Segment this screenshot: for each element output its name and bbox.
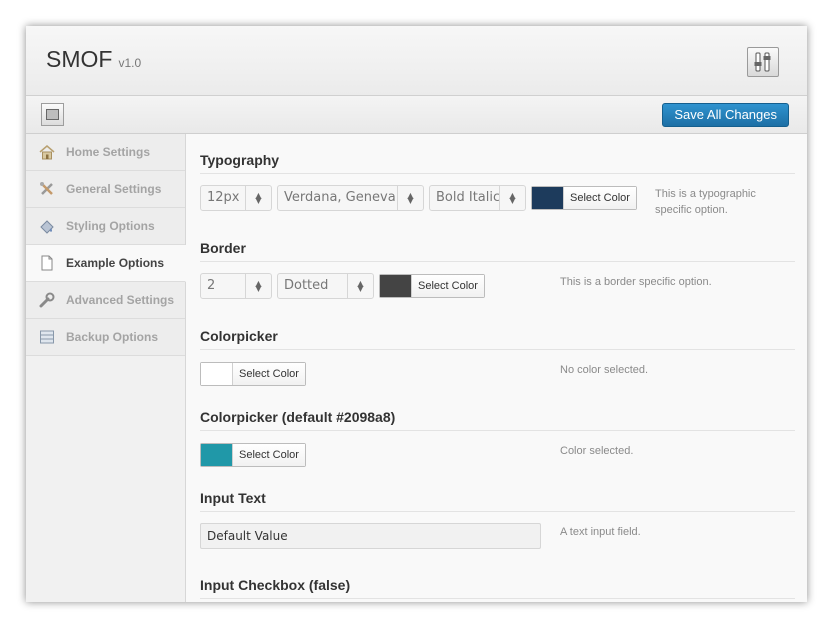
section-typography: Typography 12px ▲ ▼ Verdana, Geneva ▲ ▼ Bo… [200, 152, 795, 216]
typography-face-select[interactable]: Verdana, Geneva ▲ ▼ [277, 185, 424, 211]
border-description: This is a border specific option. [560, 276, 712, 288]
sidebar-item-label: Styling Options [66, 219, 155, 233]
sidebar-item-label: Backup Options [66, 330, 159, 344]
save-all-button[interactable]: Save All Changes [662, 103, 789, 127]
sidebar-item-home-settings[interactable]: Home Settings [26, 134, 185, 171]
sidebar-item-general-settings[interactable]: General Settings [26, 171, 185, 208]
toolbar: Save All Changes [26, 96, 807, 134]
color-swatch [201, 363, 232, 385]
typography-size-select[interactable]: 12px ▲ ▼ [200, 185, 272, 211]
app-version: v1.0 [118, 56, 142, 70]
section-colorpicker: Colorpicker Select Color No color select… [200, 328, 795, 390]
panel-header: SMOF v1.0 [26, 26, 807, 96]
border-style-select[interactable]: Dotted ▲ ▼ [277, 273, 374, 299]
backup-icon [38, 328, 56, 346]
app-title: SMOF [46, 46, 113, 72]
settings-sliders-icon[interactable] [747, 47, 779, 77]
select-color-button[interactable]: Select Color [411, 275, 484, 297]
sidebar-item-styling-options[interactable]: Styling Options [26, 208, 185, 245]
select-value: 2 [207, 278, 216, 293]
colorpicker-control[interactable]: Select Color [200, 362, 306, 386]
document-icon [38, 254, 56, 272]
sidebar-item-backup-options[interactable]: Backup Options [26, 319, 185, 356]
section-input-checkbox: Input Checkbox (false) [200, 577, 795, 599]
select-value: Dotted [284, 278, 329, 293]
paint-icon [38, 217, 56, 235]
sidebar-item-label: Advanced Settings [66, 293, 175, 307]
color-swatch [380, 275, 411, 297]
colorpicker-description: No color selected. [560, 364, 649, 376]
text-input-field[interactable]: Default Value [200, 523, 541, 549]
wrench-icon [38, 291, 56, 309]
border-color-picker[interactable]: Select Color [379, 274, 485, 298]
section-colorpicker-default: Colorpicker (default #2098a8) Select Col… [200, 409, 795, 471]
options-panel: SMOF v1.0 Save All Changes Home Settings [26, 26, 807, 602]
chevron-updown-icon: ▲ ▼ [347, 274, 373, 298]
select-value: Verdana, Geneva [284, 190, 396, 205]
sidebar: Home Settings General Settings Styling O… [26, 134, 186, 602]
section-title: Colorpicker (default #2098a8) [200, 409, 795, 431]
expand-all-button[interactable] [41, 103, 64, 126]
chevron-updown-icon: ▲ ▼ [245, 186, 271, 210]
typography-style-select[interactable]: Bold Italic ▲ ▼ [429, 185, 526, 211]
section-input-text: Input Text Default Value A text input fi… [200, 490, 795, 552]
sidebar-item-label: General Settings [66, 182, 162, 196]
select-value: 12px [207, 190, 240, 205]
home-icon [38, 143, 56, 161]
section-border: Border 2 ▲ ▼ Dotted ▲ ▼ Select Color This … [200, 240, 795, 302]
chevron-updown-icon: ▲ ▼ [397, 186, 423, 210]
border-width-select[interactable]: 2 ▲ ▼ [200, 273, 272, 299]
sidebar-item-example-options[interactable]: Example Options [26, 245, 186, 282]
colorpicker-default-control[interactable]: Select Color [200, 443, 306, 467]
select-color-button[interactable]: Select Color [232, 444, 305, 466]
typography-color-picker[interactable]: Select Color [531, 186, 637, 210]
sidebar-item-label: Home Settings [66, 145, 151, 159]
color-swatch [201, 444, 232, 466]
select-value: Bold Italic [436, 190, 501, 205]
typography-description: This is a typographic specific option. [655, 188, 756, 216]
expand-icon [46, 109, 59, 120]
section-title: Border [200, 240, 795, 262]
sidebar-item-advanced-settings[interactable]: Advanced Settings [26, 282, 185, 319]
section-title: Input Text [200, 490, 795, 512]
color-swatch [532, 187, 563, 209]
tools-icon [38, 180, 56, 198]
colorpicker-default-description: Color selected. [560, 445, 634, 457]
input-text-description: A text input field. [560, 526, 641, 538]
main-content: Typography 12px ▲ ▼ Verdana, Geneva ▲ ▼ Bo… [187, 134, 807, 602]
section-title: Colorpicker [200, 328, 795, 350]
chevron-updown-icon: ▲ ▼ [245, 274, 271, 298]
brand: SMOF v1.0 [46, 46, 141, 73]
select-color-button[interactable]: Select Color [563, 187, 636, 209]
section-title: Typography [200, 152, 795, 174]
select-color-button[interactable]: Select Color [232, 363, 305, 385]
chevron-updown-icon: ▲ ▼ [499, 186, 525, 210]
sidebar-item-label: Example Options [66, 256, 165, 270]
section-title: Input Checkbox (false) [200, 577, 795, 599]
